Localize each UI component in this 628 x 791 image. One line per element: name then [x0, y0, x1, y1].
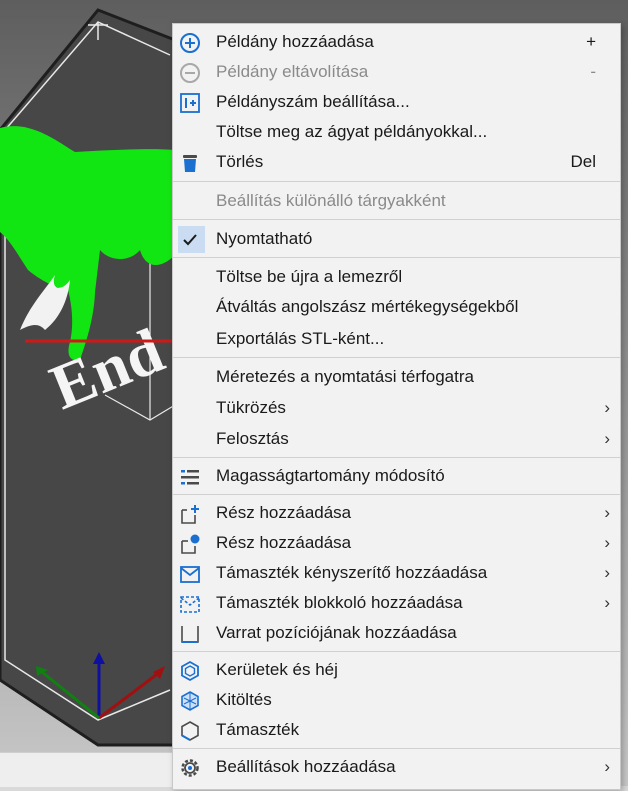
submenu-arrow-icon: › — [604, 563, 610, 582]
menu-item-mirror[interactable]: Tükrözés › — [173, 393, 620, 423]
menu-item-label: Exportálás STL-ként... — [216, 329, 385, 348]
menu-item-add-support-blocker[interactable]: Támaszték blokkoló hozzáadása › — [173, 588, 620, 618]
menu-item-label: Példányszám beállítása... — [216, 92, 410, 111]
menu-item-label: Támaszték blokkoló hozzáadása — [216, 593, 463, 612]
menu-item-printable[interactable]: Nyomtatható — [173, 224, 620, 254]
menu-item-label: Támaszték kényszerítő hozzáadása — [216, 563, 488, 582]
menu-item-label: Kitöltés — [216, 690, 272, 709]
menu-item-set-instance-count[interactable]: Példányszám beállítása... — [173, 87, 620, 117]
menu-item-shortcut: - — [590, 62, 596, 81]
menu-item-label: Tükrözés — [216, 398, 286, 417]
menu-item-label: Magasságtartomány módosító — [216, 466, 445, 485]
menu-item-label: Méretezés a nyomtatási térfogatra — [216, 367, 474, 386]
trash-icon — [183, 155, 197, 172]
menu-item-add-seam[interactable]: Varrat pozíciójának hozzáadása — [173, 618, 620, 648]
support-icon — [181, 721, 199, 741]
menu-item-height-range[interactable]: Magasságtartomány módosító — [173, 461, 620, 491]
menu-item-label: Töltse be újra a lemezről — [216, 267, 403, 286]
menu-item-label: Varrat pozíciójának hozzáadása — [216, 623, 457, 642]
status-bar — [0, 752, 180, 787]
submenu-arrow-icon: › — [604, 398, 610, 417]
menu-item-label: Törlés — [216, 152, 264, 171]
menu-item-add-instance[interactable]: Példány hozzáadása + — [173, 27, 620, 57]
support-blocker-icon — [180, 596, 200, 613]
menu-item-label: Nyomtatható — [216, 229, 313, 248]
menu-item-support[interactable]: Támaszték — [173, 715, 620, 745]
menu-item-infill[interactable]: Kitöltés — [173, 685, 620, 715]
menu-separator — [173, 748, 620, 749]
add-part-icon — [181, 505, 199, 524]
menu-item-label: Példány eltávolítása — [216, 62, 369, 81]
gear-icon — [181, 759, 199, 777]
menu-separator — [173, 357, 620, 358]
menu-item-shortcut: Del — [570, 152, 596, 171]
menu-separator — [173, 494, 620, 495]
plus-circle-icon — [180, 33, 200, 53]
add-negative-part-icon — [181, 534, 200, 554]
menu-item-add-settings[interactable]: Beállítások hozzáadása › — [173, 752, 620, 782]
menu-item-export-stl[interactable]: Exportálás STL-ként... — [173, 324, 620, 354]
menu-item-set-as-separate[interactable]: Beállítás különálló tárgyakként — [173, 186, 620, 216]
menu-item-label: Rész hozzáadása — [216, 533, 352, 552]
menu-item-label: Példány hozzáadása — [216, 32, 374, 51]
menu-item-delete[interactable]: Törlés Del — [173, 147, 620, 177]
checkmark-icon — [183, 234, 197, 246]
submenu-arrow-icon: › — [604, 503, 610, 522]
menu-separator — [173, 651, 620, 652]
menu-item-label: Átváltás angolszász mértékegységekből — [216, 297, 519, 316]
menu-item-perimeters[interactable]: Kerületek és héj — [173, 655, 620, 685]
menu-item-convert-imperial[interactable]: Átváltás angolszász mértékegységekből — [173, 292, 620, 322]
menu-item-label: Beállítás különálló tárgyakként — [216, 191, 446, 210]
instance-count-icon — [180, 93, 200, 113]
menu-separator — [173, 257, 620, 258]
menu-item-fill-bed[interactable]: Töltse meg az ágyat példányokkal... — [173, 117, 620, 147]
height-range-icon — [181, 470, 199, 485]
menu-item-label: Felosztás — [216, 429, 289, 448]
minus-circle-icon — [180, 63, 200, 83]
context-menu: Példány hozzáadása + Példány eltávolítás… — [172, 23, 621, 790]
menu-item-add-part[interactable]: Rész hozzáadása › — [173, 498, 620, 528]
menu-item-label: Támaszték — [216, 720, 300, 739]
menu-separator — [173, 219, 620, 220]
menu-item-scale-to-volume[interactable]: Méretezés a nyomtatási térfogatra — [173, 362, 620, 392]
menu-separator — [173, 457, 620, 458]
submenu-arrow-icon: › — [604, 533, 610, 552]
infill-icon — [181, 691, 199, 711]
menu-item-label: Rész hozzáadása — [216, 503, 352, 522]
menu-item-label: Töltse meg az ágyat példányokkal... — [216, 122, 488, 141]
submenu-arrow-icon: › — [604, 757, 610, 776]
submenu-arrow-icon: › — [604, 429, 610, 448]
menu-item-label: Beállítások hozzáadása — [216, 757, 396, 776]
support-enforcer-icon — [180, 566, 200, 583]
menu-item-label: Kerületek és héj — [216, 660, 338, 679]
seam-icon — [181, 626, 199, 643]
menu-item-split[interactable]: Felosztás › — [173, 424, 620, 454]
menu-item-reload-from-disk[interactable]: Töltse be újra a lemezről — [173, 262, 620, 292]
menu-item-add-support-enforcer[interactable]: Támaszték kényszerítő hozzáadása › — [173, 558, 620, 588]
menu-item-shortcut: + — [586, 32, 596, 51]
menu-separator — [173, 181, 620, 182]
submenu-arrow-icon: › — [604, 593, 610, 612]
menu-item-remove-instance[interactable]: Példány eltávolítása - — [173, 57, 620, 87]
perimeters-icon — [181, 660, 199, 682]
menu-item-add-negative-part[interactable]: Rész hozzáadása › — [173, 528, 620, 558]
